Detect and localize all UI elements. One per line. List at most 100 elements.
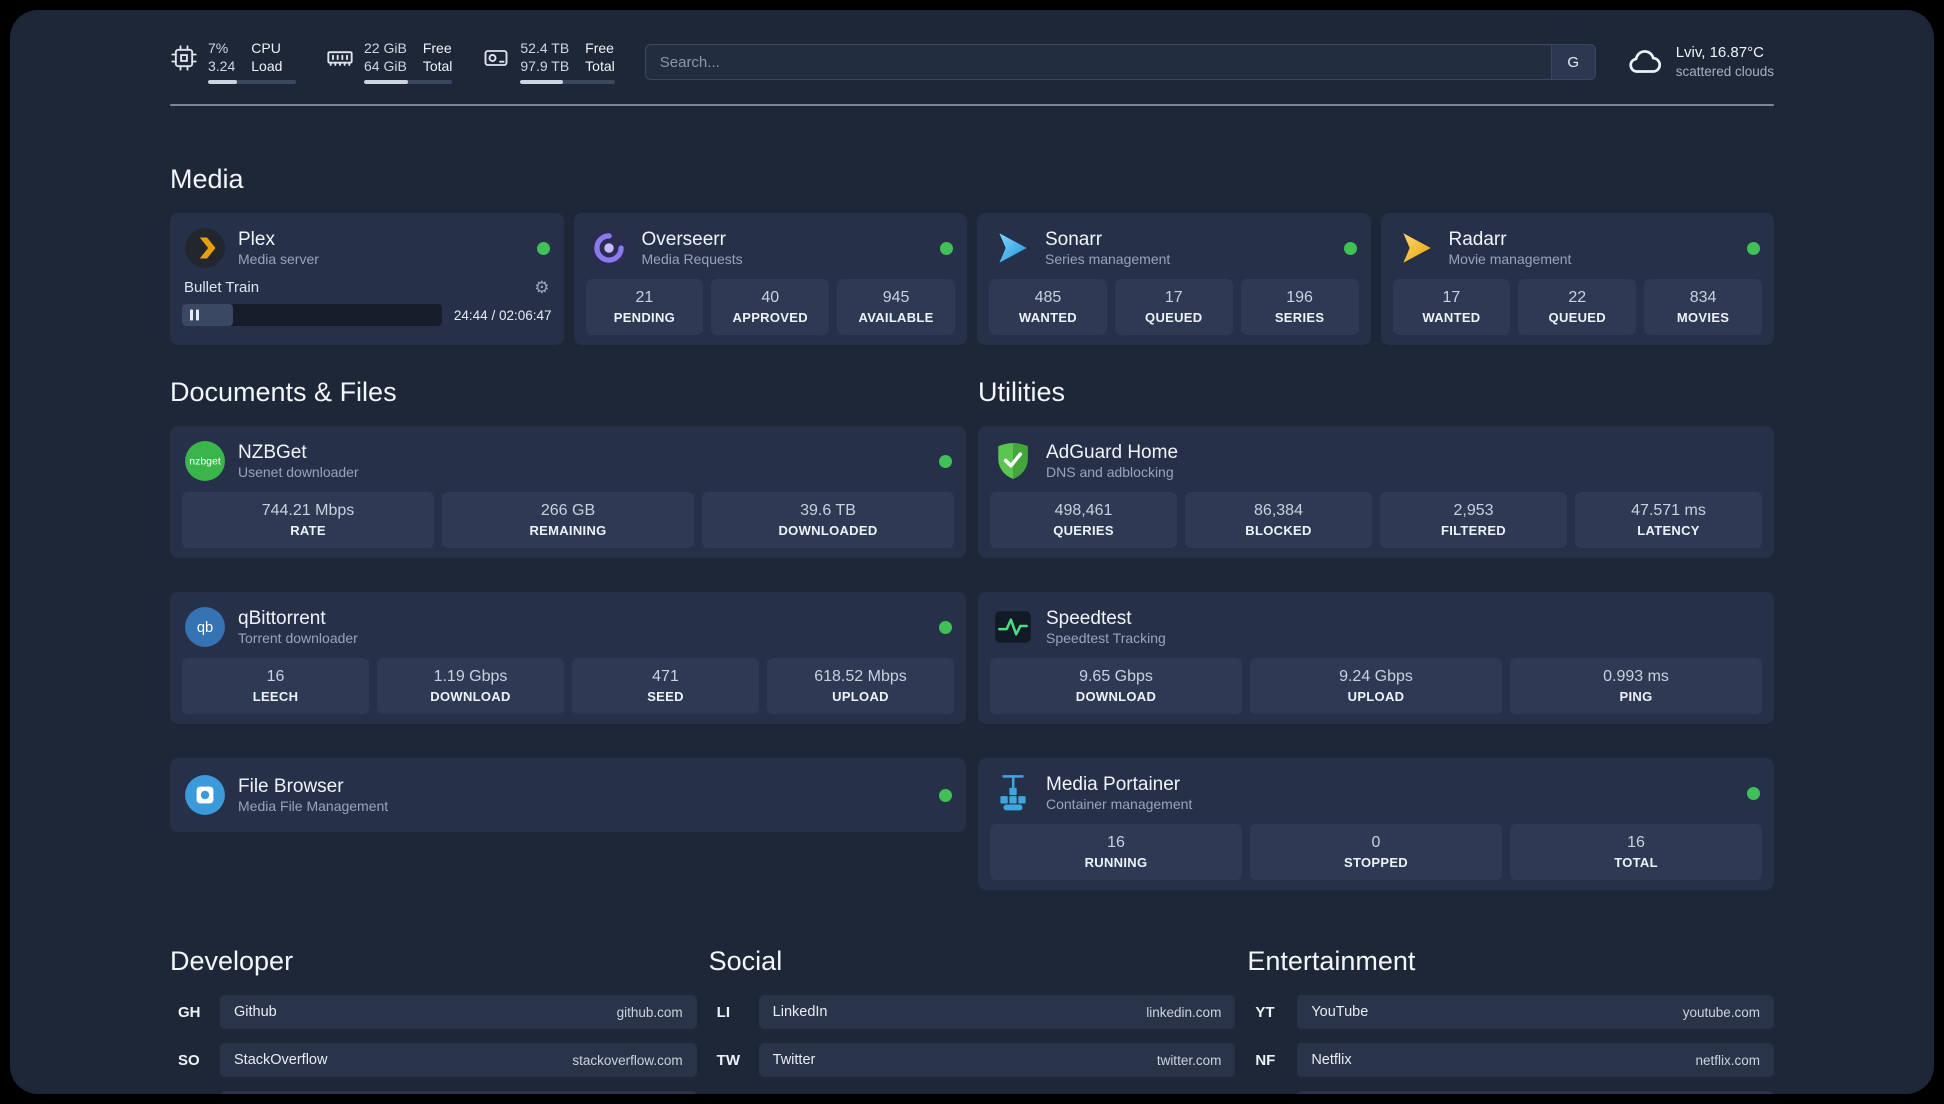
stat-value: 47.571 ms	[1631, 502, 1706, 519]
search-input[interactable]	[645, 53, 1551, 71]
app-card-sonarr[interactable]: Sonarr Series management 485 WANTED 17 Q…	[977, 213, 1371, 345]
stat-tile: 86,384 BLOCKED	[1185, 492, 1372, 548]
hard-drive-icon	[484, 50, 508, 66]
stat-tile: 618.52 Mbps UPLOAD	[767, 658, 954, 714]
status-indicator	[939, 788, 952, 802]
status-indicator	[939, 454, 952, 468]
bookmark-abbr: YT	[1255, 1003, 1275, 1021]
playback-progress-bar[interactable]	[182, 304, 442, 326]
weather-location: Lviv, 16.87°C	[1675, 44, 1764, 62]
section-title-social: Social	[708, 946, 783, 976]
bookmark-name: LinkedIn	[772, 1004, 828, 1020]
stat-label: FILTERED	[1441, 523, 1506, 538]
filebrowser-icon	[184, 774, 226, 816]
app-subtitle: DNS and adblocking	[1046, 464, 1174, 481]
section-entertainment: Entertainment YT YouTube youtube.com NF …	[1247, 946, 1774, 1094]
bookmark-linkedin: LI LinkedIn linkedin.com	[709, 995, 1236, 1029]
stat-tile: 2,953 FILTERED	[1380, 492, 1567, 548]
stat-label: STOPPED	[1344, 855, 1408, 870]
radarr-icon	[1395, 227, 1437, 269]
app-name: Speedtest	[1046, 607, 1132, 629]
stat-tile: 945 AVAILABLE	[837, 279, 955, 335]
section-title-entertainment: Entertainment	[1247, 946, 1416, 976]
stat-tile: 0.993 ms PING	[1510, 658, 1762, 714]
bookmark-link[interactable]: DEV dev.to	[220, 1091, 697, 1094]
app-card-portainer[interactable]: Media Portainer Container management 16 …	[978, 758, 1774, 890]
stat-tile: 9.24 Gbps UPLOAD	[1250, 658, 1502, 714]
app-card-radarr[interactable]: Radarr Movie management 17 WANTED 22 QUE…	[1380, 213, 1774, 345]
bookmark-name: StackOverflow	[234, 1052, 328, 1068]
bookmark-link[interactable]: Github github.com	[220, 995, 697, 1029]
bookmark-link[interactable]: Netflix netflix.com	[1297, 1043, 1774, 1077]
bookmark-link[interactable]: YouTube youtube.com	[1297, 995, 1774, 1029]
app-subtitle: Media server	[238, 251, 319, 268]
stat-tile: 21 PENDING	[585, 279, 704, 335]
app-card-qbittorrent[interactable]: qb qBittorrent Torrent downloader 16 LEE…	[170, 592, 966, 724]
stat-value: 196	[1286, 289, 1313, 306]
stat-tile: 196 SERIES	[1240, 279, 1359, 335]
bookmark-link[interactable]: StackOverflow stackoverflow.com	[220, 1043, 697, 1077]
stat-tile: 16 TOTAL	[1510, 824, 1762, 880]
stat-tile: 16 LEECH	[182, 658, 369, 714]
app-name: NZBGet	[238, 441, 307, 463]
cpu-label: CPU	[251, 40, 281, 56]
section-utilities: Utilities AdGuard Home DNS and adblockin…	[978, 377, 1774, 890]
app-card-adguard[interactable]: AdGuard Home DNS and adblocking 498,461 …	[978, 426, 1774, 558]
app-subtitle: Media File Management	[238, 798, 389, 815]
svg-text:qb: qb	[197, 620, 213, 636]
section-documents: Documents & Files nzbget NZBGet Usenet d…	[170, 377, 966, 890]
stat-tile: 9.65 Gbps DOWNLOAD	[990, 658, 1242, 714]
stat-value: 39.6 TB	[800, 502, 856, 519]
playback-time: 24:44 / 02:06:47	[453, 307, 552, 323]
app-subtitle: Series management	[1045, 251, 1171, 268]
bookmark-abbr: NF	[1255, 1051, 1276, 1069]
bookmark-link[interactable]: Twitter twitter.com	[758, 1043, 1236, 1077]
stat-label: AVAILABLE	[858, 310, 934, 325]
bookmark-link[interactable]: LinkedIn linkedin.com	[758, 995, 1236, 1029]
bookmark-link[interactable]: Reddit reddit.com	[1297, 1091, 1774, 1094]
status-indicator	[940, 241, 953, 255]
topbar-divider	[170, 104, 1774, 106]
stat-value: 471	[652, 668, 679, 685]
cpu-widget: 7% 3.24 CPU Load	[170, 40, 296, 84]
stat-label: WANTED	[1422, 310, 1481, 325]
stat-value: 16	[266, 668, 285, 685]
app-card-filebrowser[interactable]: File Browser Media File Management	[170, 758, 966, 832]
bookmark-name: Netflix	[1311, 1052, 1352, 1068]
app-card-nzbget[interactable]: nzbget NZBGet Usenet downloader 744.21 M…	[170, 426, 966, 558]
search-engine-button[interactable]: G	[1550, 45, 1595, 79]
bookmark-url: stackoverflow.com	[572, 1052, 683, 1068]
app-card-overseerr[interactable]: Overseerr Media Requests 21 PENDING 40 A…	[573, 213, 967, 345]
stat-label: QUEUED	[1145, 310, 1203, 325]
stat-tile: 266 GB REMAINING	[442, 492, 694, 548]
bookmark-abbr: TW	[716, 1051, 740, 1069]
ram-free-value: 22 GiB	[364, 40, 407, 56]
app-subtitle: Usenet downloader	[238, 464, 359, 481]
app-card-plex[interactable]: Plex Media server Bullet Train ⚙ 24:44 /…	[170, 213, 564, 345]
stat-label: TOTAL	[1614, 855, 1658, 870]
app-card-speedtest[interactable]: Speedtest Speedtest Tracking 9.65 Gbps D…	[978, 592, 1774, 724]
app-name: Overseerr	[641, 228, 726, 250]
section-developer: Developer GH Github github.com SO StackO…	[170, 946, 697, 1094]
stat-value: 9.65 Gbps	[1079, 668, 1153, 685]
now-playing-title: Bullet Train	[184, 279, 260, 296]
stat-value: 1.19 Gbps	[433, 668, 508, 685]
app-name: Sonarr	[1045, 228, 1103, 250]
stat-label: RUNNING	[1084, 855, 1148, 870]
bookmark-name: Github	[234, 1004, 277, 1020]
section-social: Social LI LinkedIn linkedin.com TW Twitt…	[709, 946, 1236, 1077]
pause-icon[interactable]	[190, 309, 199, 321]
stat-label: DOWNLOAD	[1075, 689, 1157, 704]
app-name: Plex	[238, 228, 275, 250]
stat-tile: 1.19 Gbps DOWNLOAD	[377, 658, 564, 714]
nzbget-icon: nzbget	[184, 440, 226, 482]
cpu-progress-bar	[208, 80, 296, 84]
stat-value: 16	[1627, 834, 1645, 851]
cpu-usage-value: 7%	[208, 40, 229, 56]
bookmark-youtube: YT YouTube youtube.com	[1247, 995, 1774, 1029]
stat-tile: 39.6 TB DOWNLOADED	[702, 492, 954, 548]
bookmark-name: YouTube	[1311, 1004, 1369, 1020]
gear-icon[interactable]: ⚙	[534, 279, 549, 296]
status-indicator	[1343, 241, 1357, 255]
qbittorrent-icon: qb	[184, 606, 226, 648]
